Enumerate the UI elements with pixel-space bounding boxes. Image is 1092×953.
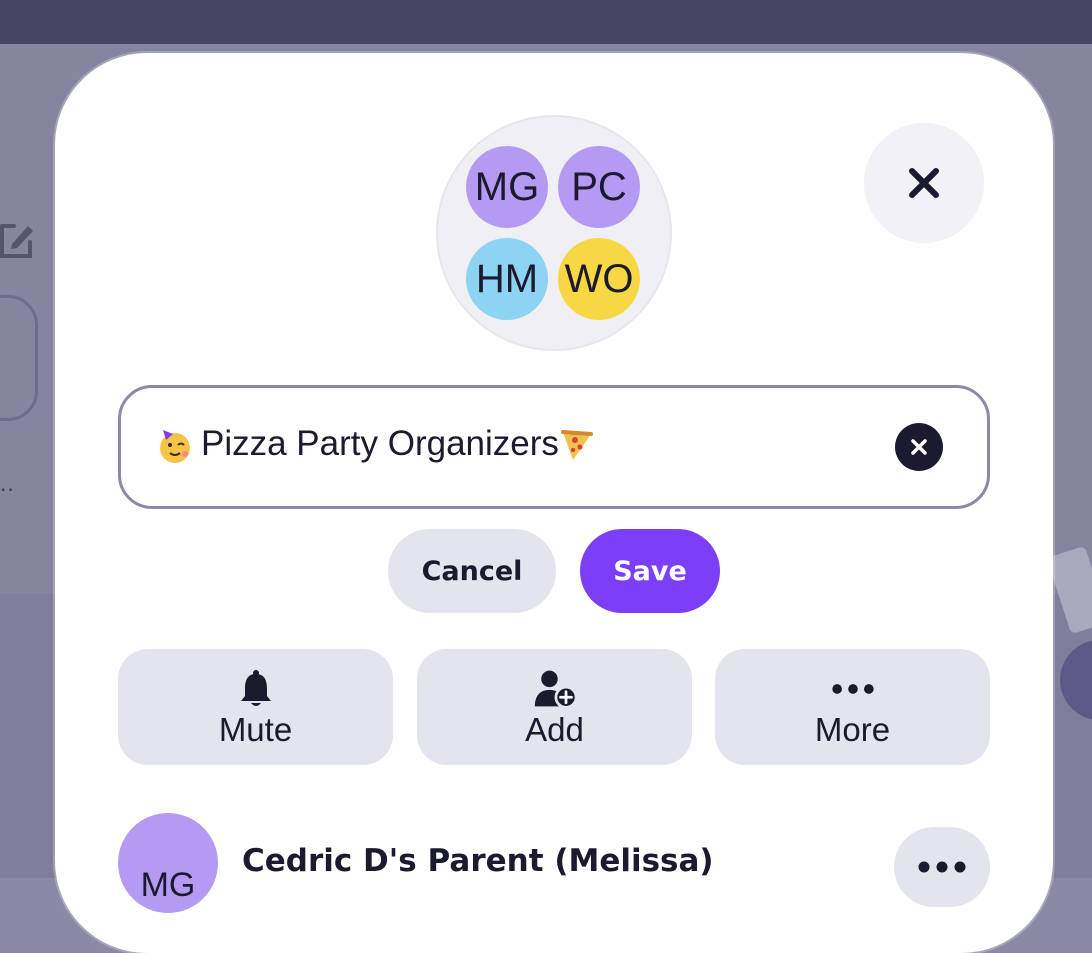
- member-avatar-hm: HM: [466, 238, 548, 320]
- clear-text-button[interactable]: [895, 423, 943, 471]
- more-options-button[interactable]: More: [715, 649, 990, 765]
- background-illustration: [1050, 547, 1092, 720]
- edit-icon: [0, 224, 33, 258]
- mute-label: Mute: [218, 711, 293, 748]
- more-horizontal-icon: [918, 861, 966, 873]
- more-label: More: [814, 711, 891, 748]
- more-horizontal-icon: [831, 684, 874, 694]
- background-ellipsis: ··: [0, 478, 15, 502]
- group-name-input[interactable]: Pizza Party Organizers: [118, 385, 990, 509]
- clear-icon: [911, 439, 927, 455]
- member-avatar-wo: WO: [558, 238, 640, 320]
- member-name: Cedric D's Parent (Melissa): [242, 843, 714, 879]
- cancel-button[interactable]: Cancel: [388, 529, 556, 613]
- group-settings-modal: MG PC HM WO Pizza Party Organizers Cance…: [55, 53, 1053, 953]
- add-person-icon: [534, 670, 577, 709]
- group-name-value: Pizza Party Organizers: [201, 424, 559, 463]
- group-avatar[interactable]: MG PC HM WO: [438, 117, 670, 349]
- mute-button[interactable]: Mute: [118, 649, 393, 765]
- member-avatar-mg: MG: [466, 146, 548, 228]
- close-button[interactable]: [864, 123, 984, 243]
- member-avatar-pc: PC: [558, 146, 640, 228]
- add-member-button[interactable]: Add: [417, 649, 692, 765]
- add-label: Add: [525, 711, 584, 748]
- app-top-bar: [0, 0, 1092, 44]
- member-list-item[interactable]: MG Cedric D's Parent (Melissa): [118, 813, 990, 933]
- avatar: MG: [118, 813, 218, 913]
- pizza-emoji-icon: [561, 430, 593, 460]
- bell-icon: [240, 670, 271, 706]
- background-card: [0, 295, 38, 421]
- partying-face-emoji-icon: [160, 430, 190, 463]
- save-button[interactable]: Save: [580, 529, 720, 613]
- member-options-button[interactable]: [894, 827, 990, 907]
- close-icon: [909, 168, 939, 198]
